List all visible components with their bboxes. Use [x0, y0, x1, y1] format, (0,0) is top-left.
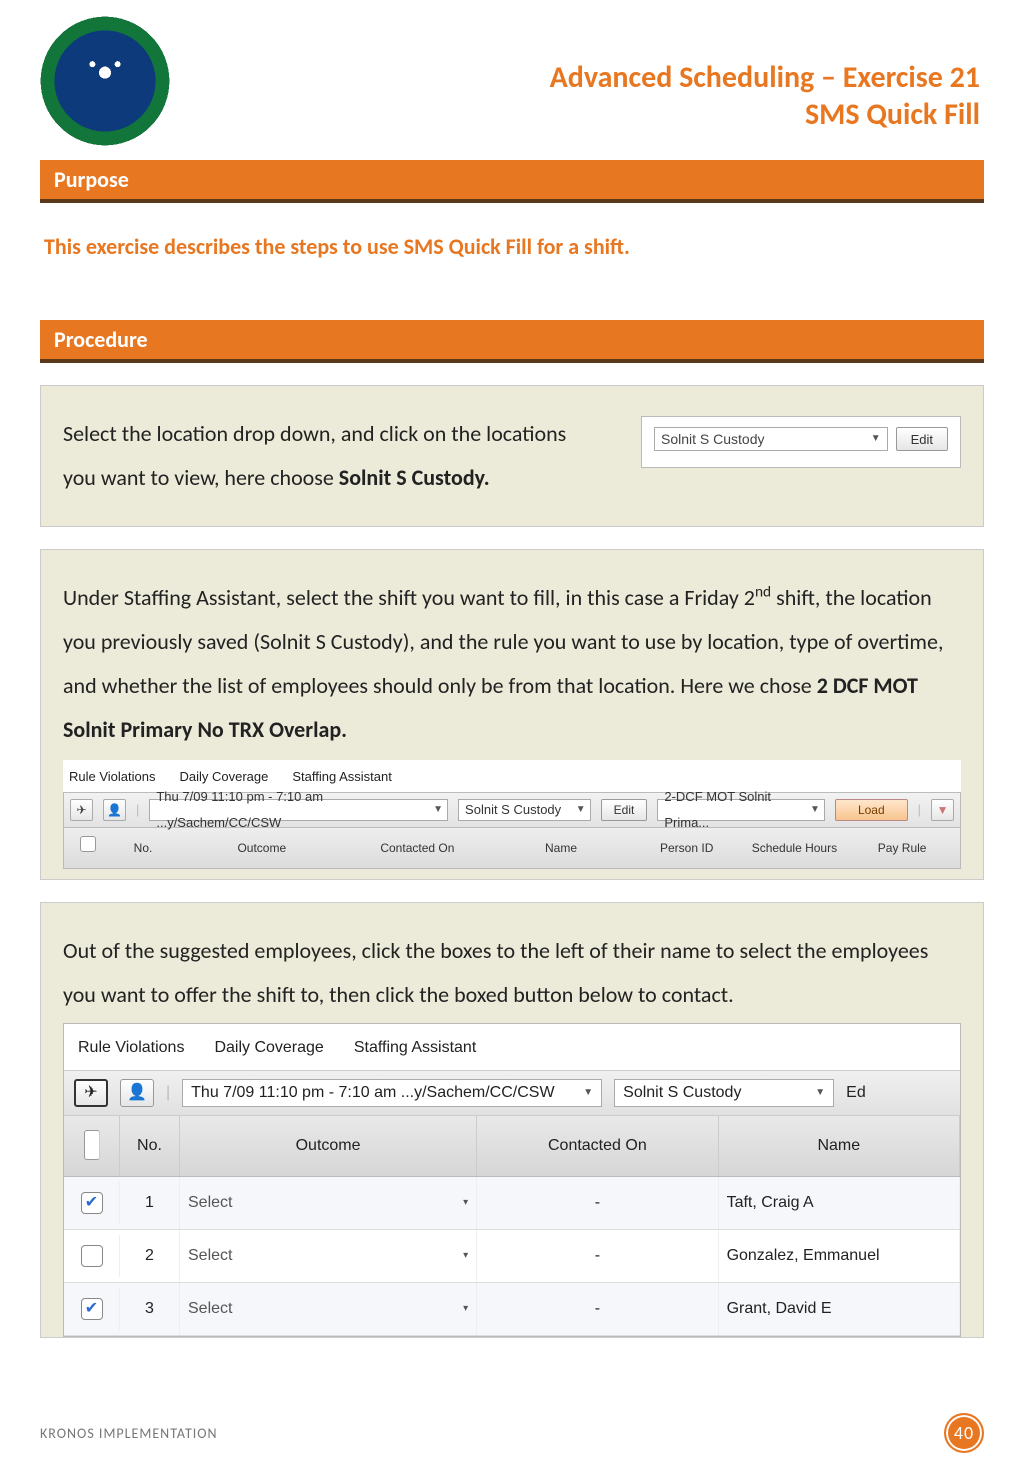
filter-icon[interactable]: ▼ [931, 799, 954, 821]
title-line-1: Advanced Scheduling – Exercise 21 [550, 59, 980, 97]
step-1-box: Select the location drop down, and click… [40, 385, 984, 527]
col-outcome: Outcome [178, 834, 346, 862]
cell-name: Taft, Craig A [719, 1177, 960, 1229]
sa-table-header-large: No. Outcome Contacted On Name [64, 1116, 960, 1177]
col-name: Name [719, 1116, 960, 1176]
step-3-text: Out of the suggested employees, click th… [63, 929, 961, 1017]
tab-rule-violations[interactable]: Rule Violations [69, 764, 155, 790]
chevron-down-icon: ▼ [815, 1083, 825, 1103]
col-pay-rule: Pay Rule [848, 834, 956, 862]
purpose-text: This exercise describes the steps to use… [44, 233, 980, 260]
page-number: 40 [944, 1413, 984, 1453]
step-2-text: Under Staffing Assistant, select the shi… [63, 576, 961, 752]
tab-daily-coverage[interactable]: Daily Coverage [214, 1032, 323, 1064]
col-contacted: Contacted On [346, 834, 490, 862]
row-checkbox[interactable] [81, 1192, 103, 1214]
col-no: No. [120, 1116, 180, 1176]
select-all-checkbox[interactable] [80, 836, 96, 852]
col-contacted: Contacted On [477, 1116, 718, 1176]
footer-text: KRONOS IMPLEMENTATION [40, 1425, 218, 1442]
cell-contacted: - [477, 1177, 718, 1229]
cell-no: 1 [120, 1177, 180, 1229]
select-all-checkbox[interactable] [84, 1130, 100, 1160]
step-3-box: Out of the suggested employees, click th… [40, 902, 984, 1338]
location-select[interactable]: Solnit S Custody ▼ [654, 427, 888, 451]
table-row: 2 Select▾ - Gonzalez, Emmanuel [64, 1230, 960, 1283]
sa-table-header: No. Outcome Contacted On Name Person ID … [63, 828, 961, 869]
location-select-sa[interactable]: Solnit S Custody▼ [458, 799, 591, 821]
chevron-down-icon: ▼ [810, 800, 820, 820]
title-line-2: SMS Quick Fill [550, 96, 980, 134]
row-checkbox[interactable] [81, 1245, 103, 1267]
chevron-down-icon: ▼ [576, 800, 586, 820]
cell-no: 2 [120, 1230, 180, 1282]
cell-contacted: - [477, 1283, 718, 1335]
outcome-select[interactable]: Select▾ [180, 1230, 477, 1282]
row-checkbox[interactable] [81, 1298, 103, 1320]
chevron-down-icon: ▼ [583, 1083, 593, 1103]
tab-rule-violations[interactable]: Rule Violations [78, 1032, 184, 1064]
cell-name: Grant, David E [719, 1283, 960, 1335]
edit-button[interactable]: Edit [896, 427, 948, 451]
rule-select[interactable]: 2-DCF MOT Solnit Prima...▼ [657, 799, 825, 821]
contact-button[interactable]: ✈ [74, 1079, 108, 1107]
step-2-box: Under Staffing Assistant, select the shi… [40, 549, 984, 880]
shift-select[interactable]: Thu 7/09 11:10 pm - 7:10 am ...y/Sachem/… [182, 1079, 602, 1107]
step-1-text: Select the location drop down, and click… [63, 412, 601, 500]
staffing-assistant-panel-large: Rule Violations Daily Coverage Staffing … [63, 1023, 961, 1337]
staffing-assistant-panel-small: Rule Violations Daily Coverage Staffing … [63, 760, 961, 869]
cell-no: 3 [120, 1283, 180, 1335]
table-row: 3 Select▾ - Grant, David E [64, 1283, 960, 1336]
contact-icon[interactable]: ✈ [70, 799, 93, 821]
location-select-value: Solnit S Custody [661, 425, 765, 453]
col-outcome: Outcome [180, 1116, 477, 1176]
purpose-heading: Purpose [40, 160, 984, 203]
cell-name: Gonzalez, Emmanuel [719, 1230, 960, 1282]
agency-logo [40, 16, 170, 146]
col-name: Name [489, 834, 633, 862]
col-person-id: Person ID [633, 834, 741, 862]
chevron-down-icon: ▼ [871, 429, 881, 449]
edit-button-partial[interactable]: Ed [846, 1077, 866, 1109]
outcome-select[interactable]: Select▾ [180, 1177, 477, 1229]
table-row: 1 Select▾ - Taft, Craig A [64, 1177, 960, 1230]
edit-button-sa[interactable]: Edit [601, 799, 648, 821]
load-button[interactable]: Load [835, 799, 908, 821]
location-widget: Solnit S Custody ▼ Edit [641, 416, 961, 468]
doc-title: Advanced Scheduling – Exercise 21 SMS Qu… [550, 59, 984, 134]
person-add-icon[interactable]: 👤 [120, 1079, 154, 1107]
chevron-down-icon: ▼ [433, 800, 443, 820]
tab-staffing-assistant[interactable]: Staffing Assistant [354, 1032, 476, 1064]
col-schedule-hours: Schedule Hours [741, 834, 849, 862]
col-no: No. [108, 834, 178, 862]
person-add-icon[interactable]: 👤 [103, 799, 126, 821]
outcome-select[interactable]: Select▾ [180, 1283, 477, 1335]
procedure-heading: Procedure [40, 320, 984, 363]
location-select[interactable]: Solnit S Custody▼ [614, 1079, 834, 1107]
cell-contacted: - [477, 1230, 718, 1282]
shift-select[interactable]: Thu 7/09 11:10 pm - 7:10 am ...y/Sachem/… [149, 799, 448, 821]
